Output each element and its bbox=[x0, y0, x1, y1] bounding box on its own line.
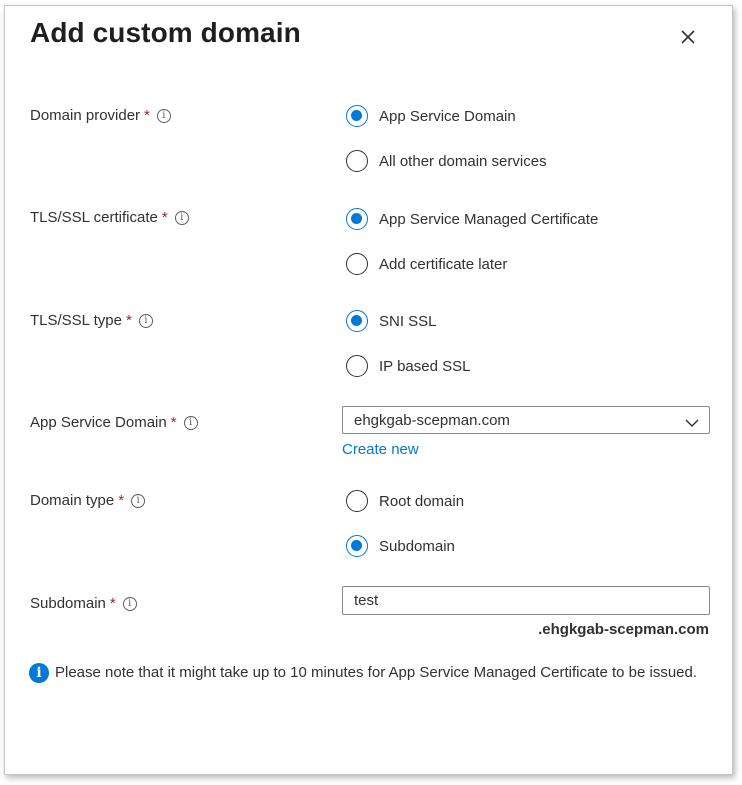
subdomain-label: Subdomain * i bbox=[30, 595, 137, 612]
subdomain-label-text: Subdomain bbox=[30, 595, 106, 612]
info-note: i Please note that it might take up to 1… bbox=[29, 662, 709, 684]
radio-button-checked[interactable] bbox=[346, 535, 368, 557]
dialog-title: Add custom domain bbox=[30, 17, 301, 48]
info-icon[interactable]: i bbox=[174, 210, 189, 225]
radio-label: App Service Managed Certificate bbox=[379, 210, 599, 228]
info-note-text: Please note that it might take up to 10 … bbox=[55, 664, 698, 681]
radio-button[interactable] bbox=[346, 150, 368, 172]
subdomain-input[interactable] bbox=[342, 586, 710, 615]
radio-all-other-domain-services[interactable]: All other domain services bbox=[346, 150, 547, 172]
radio-root-domain[interactable]: Root domain bbox=[346, 490, 464, 512]
radio-button-checked[interactable] bbox=[346, 310, 368, 332]
radio-label: App Service Domain bbox=[379, 107, 516, 125]
radio-button-checked[interactable] bbox=[346, 105, 368, 127]
radio-subdomain[interactable]: Subdomain bbox=[346, 535, 455, 557]
radio-label: All other domain services bbox=[379, 152, 547, 170]
radio-button[interactable] bbox=[346, 490, 368, 512]
required-marker: * bbox=[126, 312, 132, 329]
radio-add-certificate-later[interactable]: Add certificate later bbox=[346, 253, 507, 275]
info-icon[interactable]: i bbox=[131, 493, 146, 508]
chevron-down-icon bbox=[685, 415, 699, 427]
radio-label: SNI SSL bbox=[379, 312, 437, 330]
radio-label: IP based SSL bbox=[379, 357, 471, 375]
info-icon[interactable]: i bbox=[183, 415, 198, 430]
info-icon[interactable]: i bbox=[122, 596, 137, 611]
domain-provider-label: Domain provider * i bbox=[30, 107, 171, 124]
tls-type-label-text: TLS/SSL type bbox=[30, 312, 122, 329]
radio-app-service-managed-certificate[interactable]: App Service Managed Certificate bbox=[346, 208, 598, 230]
tls-type-label: TLS/SSL type * i bbox=[30, 312, 153, 329]
tls-certificate-label: TLS/SSL certificate * i bbox=[30, 209, 189, 226]
domain-suffix: .ehgkgab-scepman.com bbox=[538, 621, 709, 638]
radio-label: Add certificate later bbox=[379, 255, 508, 273]
radio-app-service-domain[interactable]: App Service Domain bbox=[346, 105, 516, 127]
info-icon[interactable]: i bbox=[156, 108, 171, 123]
radio-sni-ssl[interactable]: SNI SSL bbox=[346, 310, 437, 332]
required-marker: * bbox=[170, 414, 177, 431]
radio-label: Subdomain bbox=[379, 537, 455, 555]
close-icon[interactable] bbox=[677, 26, 699, 48]
radio-label: Root domain bbox=[379, 492, 465, 510]
domain-provider-label-text: Domain provider bbox=[30, 107, 141, 124]
info-icon[interactable]: i bbox=[138, 313, 153, 328]
app-service-domain-label-text: App Service Domain bbox=[30, 414, 167, 431]
app-service-domain-dropdown[interactable]: ehgkgab-scepman.com bbox=[342, 406, 710, 434]
domain-type-label-text: Domain type bbox=[30, 492, 115, 509]
radio-button[interactable] bbox=[346, 253, 368, 275]
create-new-link[interactable]: Create new bbox=[342, 441, 419, 458]
radio-button-checked[interactable] bbox=[346, 208, 368, 230]
radio-ip-based-ssl[interactable]: IP based SSL bbox=[346, 355, 470, 377]
domain-type-label: Domain type * i bbox=[30, 492, 146, 509]
info-filled-icon: i bbox=[29, 663, 49, 683]
app-service-domain-label: App Service Domain * i bbox=[30, 414, 198, 431]
radio-button[interactable] bbox=[346, 355, 368, 377]
add-custom-domain-dialog: Add custom domain Domain provider * i Ap… bbox=[4, 5, 733, 775]
dropdown-selected-value: ehgkgab-scepman.com bbox=[354, 412, 510, 429]
required-marker: * bbox=[109, 595, 116, 612]
required-marker: * bbox=[144, 107, 150, 124]
required-marker: * bbox=[161, 209, 168, 226]
required-marker: * bbox=[118, 492, 125, 509]
tls-certificate-label-text: TLS/SSL certificate bbox=[30, 209, 158, 226]
